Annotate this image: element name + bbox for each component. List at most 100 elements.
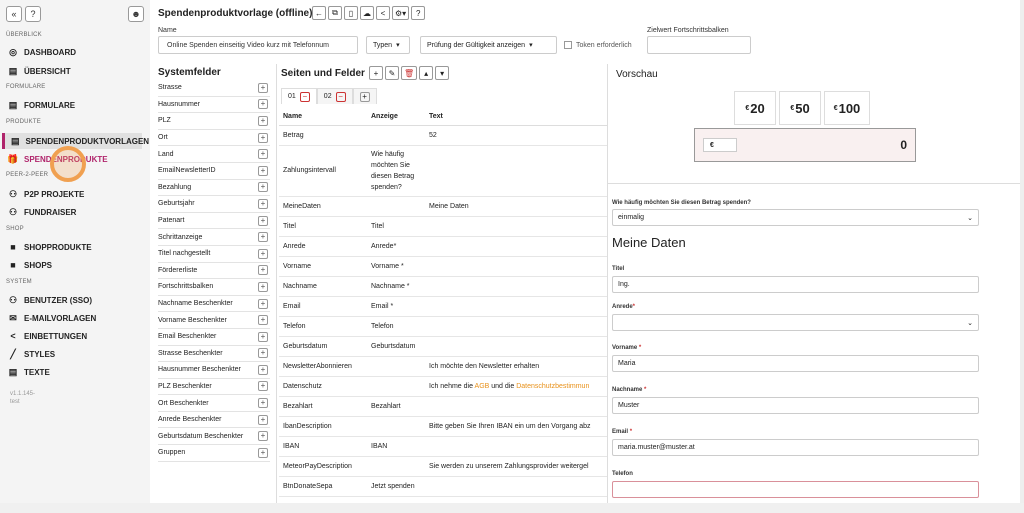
system-field-item[interactable]: PLZ +	[158, 113, 270, 130]
collapse-sidebar-button[interactable]: «	[6, 6, 22, 22]
add-icon[interactable]: +	[258, 232, 268, 243]
phone-input[interactable]	[612, 481, 979, 498]
sidebar-item-fundraiser[interactable]: ⚇ FUNDRAISER	[8, 205, 148, 219]
system-field-item[interactable]: Titel nachgestellt +	[158, 246, 270, 263]
sidebar-item-styles[interactable]: ╱ STYLES	[8, 347, 148, 361]
tab-page-02[interactable]: 02−	[316, 88, 353, 104]
table-row[interactable]: Email Email *	[279, 296, 607, 317]
settings-dropdown-button[interactable]: ⚙▾	[392, 6, 410, 20]
table-row[interactable]: Titel Titel	[279, 216, 607, 237]
table-row[interactable]: Betrag 52	[279, 125, 607, 146]
system-field-item[interactable]: Hausnummer +	[158, 97, 270, 114]
sidebar-item-forms[interactable]: ▤ FORMULARE	[8, 98, 148, 112]
add-icon[interactable]: +	[258, 398, 268, 409]
share-icon[interactable]: <	[376, 6, 390, 20]
edit-icon[interactable]: ✎	[385, 66, 399, 80]
system-field-item[interactable]: Geburtsjahr +	[158, 196, 270, 213]
scrollbar[interactable]	[1020, 0, 1024, 503]
system-field-item[interactable]: Strasse +	[158, 80, 270, 97]
system-field-item[interactable]: Fortschrittsbalken +	[158, 279, 270, 296]
add-icon[interactable]: +	[258, 315, 268, 326]
delete-icon[interactable]: 🗑	[401, 66, 418, 80]
add-icon[interactable]: +	[258, 265, 268, 276]
system-field-item[interactable]: Gruppen +	[158, 445, 270, 462]
add-icon[interactable]: +	[258, 99, 268, 110]
table-row[interactable]: BtnDonateSepa Jetzt spenden	[279, 476, 607, 497]
add-icon[interactable]: +	[258, 215, 268, 226]
table-row[interactable]: IbanDescription Bitte geben Sie Ihren IBA…	[279, 416, 607, 437]
add-icon[interactable]: +	[258, 248, 268, 259]
add-icon[interactable]: +	[258, 431, 268, 442]
table-row[interactable]: Anrede Anrede*	[279, 236, 607, 257]
back-button[interactable]: ←	[312, 6, 326, 20]
system-field-item[interactable]: Schrittanzeige +	[158, 229, 270, 246]
system-field-item[interactable]: EmailNewsletterID +	[158, 163, 270, 180]
add-icon[interactable]: +	[258, 447, 268, 458]
system-field-item[interactable]: Geburtsdatum Beschenkter +	[158, 428, 270, 446]
table-row[interactable]: Datenschutz Ich nehme die AGB und die Dat…	[279, 376, 607, 397]
cloud-icon[interactable]: ☁	[360, 6, 374, 20]
add-icon[interactable]: +	[258, 381, 268, 392]
file-icon[interactable]: ▯	[344, 6, 358, 20]
user-icon[interactable]: ☻	[128, 6, 144, 22]
remove-icon[interactable]: −	[335, 91, 346, 102]
checkbox-box[interactable]	[564, 41, 572, 49]
amount-button-20[interactable]: €20	[734, 91, 776, 125]
copy-icon[interactable]: ⧉	[328, 6, 342, 20]
system-field-item[interactable]: Anrede Beschenkter +	[158, 412, 270, 429]
lastname-input[interactable]: Muster	[612, 397, 979, 414]
system-field-item[interactable]: Land +	[158, 146, 270, 163]
interval-select[interactable]: einmalig ⌄	[612, 209, 979, 226]
system-field-item[interactable]: Bezahlung +	[158, 180, 270, 197]
remove-icon[interactable]: −	[299, 91, 310, 102]
add-icon[interactable]: +	[369, 66, 383, 80]
add-icon[interactable]: +	[359, 91, 370, 102]
token-checkbox[interactable]: Token erforderlich	[564, 41, 632, 49]
system-field-item[interactable]: Nachname Beschenkter +	[158, 296, 270, 313]
add-icon[interactable]: +	[258, 414, 268, 425]
system-field-item[interactable]: Email Beschenkter +	[158, 329, 270, 346]
system-field-item[interactable]: Strasse Beschenkter +	[158, 346, 270, 363]
move-up-icon[interactable]: ▴	[419, 66, 434, 80]
salutation-select[interactable]: ⌄	[612, 314, 979, 331]
sidebar-item-overview[interactable]: ▤ ÜBERSICHT	[8, 64, 148, 78]
custom-amount-field[interactable]: € 0	[694, 128, 916, 162]
sidebar-item-dashboard[interactable]: ◎ DASHBOARD	[8, 45, 148, 59]
types-dropdown[interactable]: Typen ▾	[366, 36, 410, 54]
privacy-link[interactable]: Datenschutzbestimmun	[516, 383, 589, 390]
validity-dropdown[interactable]: Prüfung der Gültigkeit anzeigen ▾	[420, 36, 557, 54]
add-icon[interactable]: +	[258, 115, 268, 126]
name-input[interactable]: Online Spenden einseitig Video kurz mit …	[158, 36, 358, 54]
system-field-item[interactable]: Patenart +	[158, 213, 270, 230]
add-icon[interactable]: +	[258, 182, 268, 193]
table-row[interactable]: Nachname Nachname *	[279, 276, 607, 297]
sidebar-item-email-templates[interactable]: ✉ E-MAILVORLAGEN	[8, 311, 148, 325]
sidebar-item-embeddings[interactable]: < EINBETTUNGEN	[8, 329, 148, 343]
help-icon[interactable]: ?	[411, 6, 426, 20]
table-row[interactable]: MeineDaten Meine Daten	[279, 196, 607, 217]
help-icon[interactable]: ?	[25, 6, 41, 22]
title-input[interactable]: Ing.	[612, 276, 979, 293]
table-row[interactable]: MeteorPayDescription Sie werden zu unsere…	[279, 456, 607, 477]
amount-button-100[interactable]: €100	[824, 91, 870, 125]
email-input[interactable]: maria.muster@muster.at	[612, 439, 979, 456]
system-field-item[interactable]: Hausnummer Beschenkter +	[158, 362, 270, 379]
target-input[interactable]	[647, 36, 751, 54]
system-field-item[interactable]: Ort +	[158, 130, 270, 147]
table-row[interactable]: NewsletterAbonnieren Ich möchte den Newsl…	[279, 356, 607, 377]
sidebar-item-shops[interactable]: ■ SHOPS	[8, 258, 148, 272]
add-icon[interactable]: +	[258, 348, 268, 359]
tab-page-01[interactable]: 01−	[281, 88, 317, 104]
firstname-input[interactable]: Maria	[612, 355, 979, 372]
table-row[interactable]: Geburtsdatum Geburtsdatum	[279, 336, 607, 357]
agb-link[interactable]: AGB	[475, 383, 490, 390]
add-icon[interactable]: +	[258, 132, 268, 143]
add-icon[interactable]: +	[258, 281, 268, 292]
add-icon[interactable]: +	[258, 298, 268, 309]
add-page-tab[interactable]: +	[352, 88, 377, 104]
sidebar-item-users[interactable]: ⚇ BENUTZER (SSO)	[8, 293, 148, 307]
system-field-item[interactable]: Fördererliste +	[158, 263, 270, 280]
add-icon[interactable]: +	[258, 149, 268, 160]
system-field-item[interactable]: PLZ Beschenkter +	[158, 379, 270, 396]
table-row[interactable]: Vorname Vorname *	[279, 256, 607, 277]
